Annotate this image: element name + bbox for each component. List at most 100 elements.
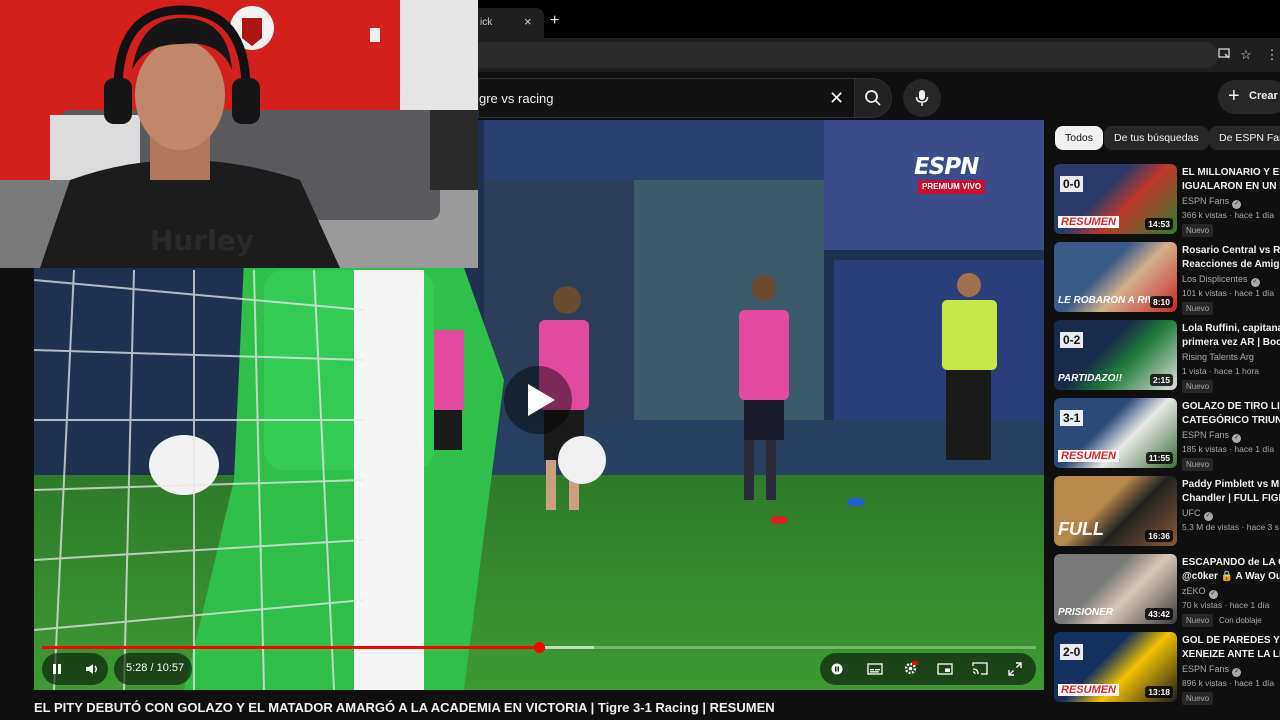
voice-search-button[interactable] (903, 79, 941, 117)
recommended-title-line2[interactable]: Reacciones de Amigo (1182, 258, 1280, 272)
recommended-video[interactable]: 0-0 RESUMEN 14:53 EL MILLONARIO Y EL IGUALAR… (1054, 164, 1280, 237)
recommended-title[interactable]: GOL DE PAREDES Y T (1182, 634, 1280, 648)
channel-name[interactable]: Los Displicentes ✓ (1182, 274, 1260, 287)
webcam-overlay: Hurley (0, 0, 478, 268)
clear-search-icon[interactable]: ✕ (829, 88, 844, 108)
channel-name[interactable]: zEKO ✓ (1182, 586, 1218, 599)
miniplayer-button[interactable] (933, 657, 957, 681)
browser-toolbar: ☆ ⋮ (478, 38, 1280, 72)
microphone-icon (915, 90, 929, 106)
recommended-title-line2[interactable]: @c0ker 🔒 A Way Ou (1182, 570, 1280, 584)
video-thumbnail[interactable]: 0-0 RESUMEN 14:53 (1054, 164, 1177, 234)
thumbnail-caption: FULL (1058, 519, 1104, 539)
thumbnail-caption: RESUMEN (1058, 216, 1120, 228)
miniplayer-icon (937, 663, 953, 675)
cast-button[interactable] (968, 657, 992, 681)
search-input[interactable]: gre vs racing ✕ (478, 78, 854, 118)
cast-page-icon[interactable] (1216, 47, 1232, 63)
recommended-title-line2[interactable]: Chandler | FULL FIGHT (1182, 492, 1280, 506)
pause-button[interactable] (45, 657, 69, 681)
recommended-video[interactable]: 3-1 RESUMEN 11:55 GOLAZO DE TIRO LIBRCATEGÓ… (1054, 398, 1280, 471)
thumbnail-caption: RESUMEN (1058, 450, 1120, 462)
time-label: 5:28 / 10:57 (126, 662, 185, 674)
create-button[interactable]: + Crear (1218, 80, 1280, 114)
autoplay-toggle[interactable] (825, 657, 849, 681)
new-tab-button[interactable]: + (550, 13, 559, 29)
new-badge: Nuevo (1182, 380, 1214, 393)
video-thumbnail[interactable]: 0-2 PARTIDAZO!! 2:15 (1054, 320, 1177, 390)
channel-name[interactable]: UFC ✓ (1182, 508, 1213, 521)
webcam-feed: Hurley (0, 0, 478, 268)
channel-label: Rising Talents Arg (1182, 352, 1254, 362)
recommended-video[interactable]: FULL 16:36 Paddy Pimblett vs Mic Chandler |… (1054, 476, 1280, 548)
new-badge: Nuevo (1182, 458, 1214, 471)
video-meta: 185 k vistas · hace 1 día (1182, 444, 1275, 454)
new-badge: Nuevo (1182, 302, 1214, 315)
menu-icon[interactable]: ⋮ (1264, 47, 1280, 63)
thumbnail-score: 0-0 (1060, 176, 1084, 192)
verified-check-icon: ✓ (1208, 590, 1218, 599)
fullscreen-button[interactable] (1003, 657, 1027, 681)
verified-check-icon: ✓ (1203, 512, 1213, 521)
settings-button[interactable] (898, 657, 922, 681)
recommended-video[interactable]: PRISIONER 43:42 ESCAPANDO de LA CA@c0ker 🔒… (1054, 554, 1280, 627)
channel-name[interactable]: Rising Talents Arg (1182, 352, 1254, 362)
create-label: Crear (1249, 90, 1278, 102)
play-icon (528, 384, 555, 416)
right-controls (820, 653, 1036, 685)
recommended-title-line2[interactable]: primera vez AR | Boca (1182, 336, 1280, 350)
verified-check-icon: ✓ (1232, 434, 1242, 443)
play-button[interactable] (504, 366, 572, 434)
recommended-title-line2[interactable]: CATEGÓRICO TRIUNF (1182, 414, 1280, 428)
thumbnail-score: 0-2 (1060, 332, 1084, 348)
recommended-video[interactable]: 0-2 PARTIDAZO!! 2:15 Lola Ruffini, capitana… (1054, 320, 1280, 393)
tab-title: ick (480, 17, 493, 28)
thumbnail-caption: LE ROBARON A RIV (1058, 295, 1154, 306)
channel-label: ESPN Fans (1182, 664, 1230, 674)
video-thumbnail[interactable]: 2-0 RESUMEN 13:18 (1054, 632, 1177, 702)
tab-close-icon[interactable]: × (524, 14, 532, 29)
progress-scrubber[interactable] (534, 642, 545, 653)
video-duration: 8:10 (1149, 296, 1173, 308)
subtitles-button[interactable] (863, 657, 887, 681)
recommended-title-line2[interactable]: IGUALARON EN UN PA (1182, 180, 1280, 194)
browser-tab[interactable]: ick × (478, 8, 544, 38)
recommended-video[interactable]: LE ROBARON A RIV 8:10 Rosario Central vs R… (1054, 242, 1280, 315)
address-bar[interactable] (478, 42, 1218, 68)
subtitles-icon (867, 663, 883, 675)
verified-check-icon: ✓ (1250, 278, 1260, 287)
video-thumbnail[interactable]: FULL 16:36 (1054, 476, 1177, 546)
video-thumbnail[interactable]: 3-1 RESUMEN 11:55 (1054, 398, 1177, 468)
video-meta: 5.3 M de vistas · hace 3 s (1182, 522, 1279, 532)
thumbnail-caption: PRISIONER (1058, 607, 1114, 618)
new-badge: Nuevo (1182, 614, 1214, 627)
recommended-title[interactable]: Paddy Pimblett vs Mic (1182, 478, 1280, 492)
channel-label: ESPN Fans (1182, 430, 1230, 440)
channel-name[interactable]: ESPN Fans ✓ (1182, 664, 1242, 677)
recommended-video[interactable]: 2-0 RESUMEN 13:18 GOL DE PAREDES Y T XENEIZE… (1054, 632, 1280, 705)
recommended-title[interactable]: Lola Ruffini, capitana (1182, 322, 1280, 336)
recommended-title[interactable]: GOLAZO DE TIRO LIBR (1182, 400, 1280, 414)
video-meta: 896 k vistas · hace 1 día (1182, 678, 1275, 688)
video-duration: 13:18 (1145, 686, 1173, 698)
recommended-title[interactable]: Rosario Central vs Riv (1182, 244, 1280, 258)
volume-button[interactable] (80, 657, 104, 681)
filter-chip-from-searches[interactable]: De tus búsquedas (1104, 126, 1209, 150)
filter-chip-from-espn-fans[interactable]: De ESPN Fans (1209, 126, 1280, 150)
filter-chip-todos[interactable]: Todos (1055, 126, 1104, 150)
bookmark-star-icon[interactable]: ☆ (1238, 47, 1254, 63)
channel-name[interactable]: ESPN Fans ✓ (1182, 430, 1242, 443)
recommended-title-line2[interactable]: XENEIZE ANTE LA LE (1182, 648, 1280, 662)
new-badge: Nuevo (1182, 224, 1214, 237)
progress-bar[interactable] (42, 642, 1036, 653)
recommended-title[interactable]: ESCAPANDO de LA CA (1182, 556, 1280, 570)
verified-check-icon: ✓ (1232, 668, 1242, 677)
recommended-title[interactable]: EL MILLONARIO Y EL (1182, 166, 1280, 180)
progress-played (42, 646, 539, 649)
video-thumbnail[interactable]: PRISIONER 43:42 (1054, 554, 1177, 624)
gear-icon (904, 661, 918, 675)
search-button[interactable] (854, 78, 892, 118)
browser-tab-strip: ick × + (478, 0, 1280, 38)
video-thumbnail[interactable]: LE ROBARON A RIV 8:10 (1054, 242, 1177, 312)
channel-name[interactable]: ESPN Fans ✓ (1182, 196, 1242, 209)
